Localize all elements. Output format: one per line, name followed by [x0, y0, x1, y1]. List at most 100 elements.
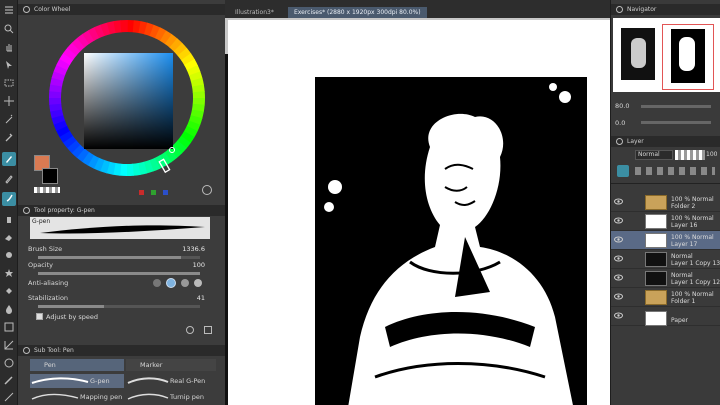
layer-thumbnail: [645, 233, 667, 248]
brush-icon[interactable]: [2, 192, 16, 206]
canvas-area[interactable]: [225, 18, 610, 405]
layer-row[interactable]: 100 % Normal Folder 1: [611, 288, 720, 307]
eye-icon[interactable]: [614, 217, 623, 224]
zoom-icon[interactable]: [2, 22, 16, 36]
layer-opacity-value[interactable]: 100: [706, 151, 717, 158]
move-icon[interactable]: [2, 94, 16, 108]
stabilization-row[interactable]: Stabilization 41: [20, 292, 225, 304]
pen-icon[interactable]: [2, 152, 16, 166]
sub-tab-marker-label: Marker: [140, 361, 163, 369]
eraser-icon[interactable]: [2, 230, 16, 244]
frame-icon[interactable]: [2, 338, 16, 352]
blend-mode-value: Normal: [638, 151, 660, 158]
aa-medium-button[interactable]: [181, 279, 189, 287]
transparent-color-swatch[interactable]: [34, 187, 60, 193]
aa-none-button[interactable]: [153, 279, 161, 287]
navigator-view-frame[interactable]: [662, 24, 714, 90]
layer-mode: Normal: [671, 253, 693, 260]
stabilization-slider[interactable]: [38, 305, 200, 308]
hand-icon[interactable]: [2, 40, 16, 54]
layer-row[interactable]: Normal Layer 1 Copy 12: [611, 269, 720, 288]
aa-strong-button[interactable]: [194, 279, 202, 287]
tool-strip: [0, 0, 18, 405]
canvas-paper[interactable]: [228, 20, 610, 405]
airbrush-icon[interactable]: [2, 212, 16, 226]
anti-aliasing-label: Anti-aliasing: [28, 279, 69, 287]
blend-mode-select[interactable]: Normal: [635, 150, 673, 160]
layer-row[interactable]: Paper: [611, 307, 720, 326]
tool-property-icon: [23, 207, 30, 214]
eye-icon[interactable]: [614, 274, 623, 281]
layer-name: Layer 1 Copy 13: [671, 260, 720, 267]
brush-size-row[interactable]: Brush Size 1336.6: [20, 243, 225, 255]
sub-tab-pen-label: Pen: [44, 361, 56, 369]
sub-color-swatch[interactable]: [42, 168, 58, 184]
sub-tab-pen[interactable]: Pen: [30, 359, 124, 371]
color-wheel-title: Color Wheel: [34, 6, 71, 13]
marquee-icon[interactable]: [2, 76, 16, 90]
aa-weak-button[interactable]: [166, 278, 176, 288]
menu-icon[interactable]: [2, 3, 16, 17]
figure-icon[interactable]: [2, 320, 16, 334]
layer-thumbnail: [645, 290, 667, 305]
zoom-readout[interactable]: 80.0: [615, 102, 629, 110]
ruler-icon[interactable]: [2, 374, 16, 388]
zoom-slider[interactable]: [641, 105, 711, 108]
layer-thumbnail: [645, 311, 667, 326]
tool-reset-icon[interactable]: [186, 326, 194, 334]
circle-figure-icon[interactable]: [2, 356, 16, 370]
text-icon[interactable]: [2, 390, 16, 404]
layer-header: Layer: [611, 136, 720, 147]
gradient-icon[interactable]: [2, 302, 16, 316]
brush-turnip-pen[interactable]: Turnip pen: [126, 390, 216, 404]
eye-icon[interactable]: [614, 312, 623, 319]
color-wheel[interactable]: [38, 16, 216, 176]
layer-row[interactable]: 100 % Normal Layer 17: [611, 231, 720, 250]
layer-opacity-slider[interactable]: [675, 150, 705, 160]
brush-size-value[interactable]: 1336.6: [182, 245, 205, 253]
eye-icon[interactable]: [614, 255, 623, 262]
sub-tab-marker[interactable]: Marker: [126, 359, 216, 371]
eye-icon[interactable]: [614, 293, 623, 300]
layer-mode: 100 % Normal: [671, 196, 714, 203]
layer-tool-1-icon[interactable]: [617, 165, 629, 177]
layer-thumbnail: [645, 214, 667, 229]
layer-name: Layer 16: [671, 222, 698, 229]
layer-title: Layer: [627, 138, 644, 145]
palettes-column: Color Wheel Tool property: G-pen G-pen B…: [18, 0, 225, 405]
brush-mapping-pen[interactable]: Mapping pen: [30, 390, 124, 404]
magic-wand-icon[interactable]: [2, 112, 16, 126]
layer-icon: [616, 138, 623, 145]
opacity-value[interactable]: 100: [193, 261, 205, 269]
pencil-icon[interactable]: [2, 172, 16, 186]
brush-real-g-pen[interactable]: Real G-Pen: [126, 374, 216, 388]
stabilization-label: Stabilization: [28, 294, 69, 302]
fill-icon[interactable]: [2, 284, 16, 298]
artwork-bust[interactable]: [315, 77, 587, 405]
pointer-icon[interactable]: [2, 58, 16, 72]
color-settings-icon[interactable]: [202, 185, 212, 195]
decoration-icon[interactable]: [2, 266, 16, 280]
blend-icon[interactable]: [2, 248, 16, 262]
layer-row[interactable]: Normal Layer 1 Copy 13: [611, 250, 720, 269]
eye-icon[interactable]: [614, 198, 623, 205]
layer-name: Folder 2: [671, 203, 696, 210]
rotation-slider[interactable]: [641, 121, 711, 124]
tab-illustration3[interactable]: Illustration3*: [229, 7, 280, 18]
navigator-preview[interactable]: [613, 18, 720, 92]
tab-exercises[interactable]: Exercises* (2880 x 1920px 300dpi 80.0%): [288, 7, 427, 18]
brush-g-pen[interactable]: G-pen: [30, 374, 124, 388]
anti-aliasing-row[interactable]: Anti-aliasing: [20, 277, 225, 289]
eye-icon[interactable]: [614, 236, 623, 243]
layer-row[interactable]: 100 % Normal Layer 16: [611, 212, 720, 231]
opacity-slider[interactable]: [38, 272, 200, 275]
stabilization-value[interactable]: 41: [197, 294, 205, 302]
rotation-readout[interactable]: 0.0: [615, 119, 625, 127]
eyedropper-icon[interactable]: [2, 130, 16, 144]
tool-settings-icon[interactable]: [204, 326, 212, 334]
adjust-by-speed-row[interactable]: Adjust by speed: [20, 311, 225, 323]
layer-row[interactable]: 100 % Normal Folder 2: [611, 193, 720, 212]
adjust-by-speed-checkbox[interactable]: [36, 313, 43, 320]
layer-tool-icons[interactable]: [635, 167, 715, 175]
opacity-row[interactable]: Opacity 100: [20, 259, 225, 271]
